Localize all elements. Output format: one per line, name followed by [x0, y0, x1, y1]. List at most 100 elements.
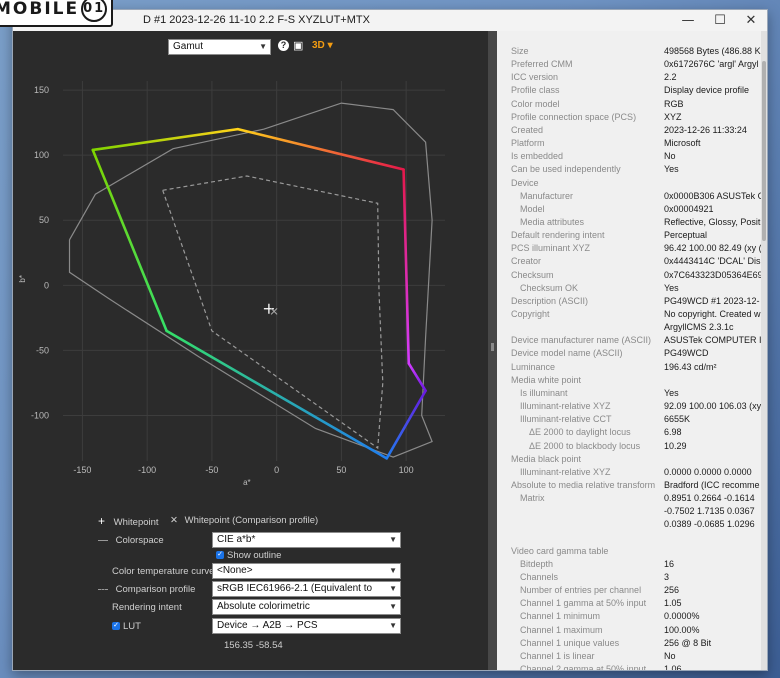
property-key: Is illuminant [520, 387, 568, 398]
property-row[interactable]: 0.0389 -0.0685 1.0296 [497, 518, 767, 531]
property-value: No [664, 151, 676, 162]
view-select-value: Gamut [173, 41, 204, 52]
property-row[interactable]: Size 498568 Bytes (486.88 Ki [497, 45, 767, 58]
property-row[interactable]: Checksum 0x7C643323D05364E69 [497, 269, 767, 282]
property-value: Microsoft [664, 138, 701, 149]
property-row[interactable]: ΔE 2000 to daylight locus 6.98 [497, 426, 767, 439]
property-row[interactable]: Media black point [497, 453, 767, 466]
property-row[interactable]: Channels 3 [497, 571, 767, 584]
property-row[interactable]: Absolute to media relative transform Brad… [497, 479, 767, 492]
maximize-button[interactable]: ☐ [704, 10, 736, 30]
property-row[interactable]: Video card gamma table [497, 545, 767, 558]
property-row[interactable] [497, 532, 767, 545]
property-row[interactable]: Default rendering intent Perceptual [497, 229, 767, 242]
property-value: 16 [664, 558, 675, 569]
view-select[interactable]: Gamut ▼ [168, 39, 271, 55]
show-outline-checkbox[interactable]: ✓ Show outline [216, 550, 281, 561]
property-value: 0.8951 0.2664 -0.1614 [664, 493, 755, 504]
property-key: Channel 1 is linear [520, 650, 595, 661]
property-value: 92.09 100.00 106.03 (xy [664, 401, 762, 412]
property-row[interactable]: Is illuminant Yes [497, 387, 767, 400]
help-icon[interactable]: ? [278, 40, 289, 51]
property-value: 100.00% [664, 624, 700, 635]
property-row[interactable]: Can be used independently Yes [497, 163, 767, 176]
property-row[interactable]: Device model name (ASCII) PG49WCD [497, 347, 767, 360]
property-row[interactable]: Channel 1 unique values 256 @ 8 Bit [497, 637, 767, 650]
property-row[interactable]: Description (ASCII) PG49WCD #1 2023-12- [497, 295, 767, 308]
property-row[interactable]: Platform Microsoft [497, 137, 767, 150]
lut-label: LUT [123, 621, 141, 632]
property-row[interactable]: Copyright No copyright. Created w [497, 308, 767, 321]
gamut-plot[interactable]: -150 -100 -50 0 50 100 150 100 50 0 -50 -100 a* b* [13, 71, 488, 511]
property-row[interactable]: Illuminant-relative XYZ 92.09 100.00 106.… [497, 400, 767, 413]
property-row[interactable]: Profile connection space (PCS) XYZ [497, 111, 767, 124]
property-row[interactable]: Matrix 0.8951 0.2664 -0.1614 [497, 492, 767, 505]
show-outline-label: Show outline [227, 550, 282, 561]
property-row[interactable]: Channel 1 gamma at 50% input 1.05 [497, 597, 767, 610]
property-row[interactable]: Media attributes Reflective, Glossy, Posi… [497, 216, 767, 229]
property-row[interactable]: Created 2023-12-26 11:33:24 [497, 124, 767, 137]
property-row[interactable]: Device manufacturer name (ASCII) ASUSTek … [497, 334, 767, 347]
splitter-grip-icon [491, 343, 494, 351]
property-key: Bitdepth [520, 558, 554, 569]
property-row[interactable]: Illuminant-relative XYZ 0.0000 0.0000 0.0… [497, 466, 767, 479]
chevron-down-icon: ▼ [389, 535, 397, 544]
properties-scrollbar[interactable] [761, 31, 767, 670]
colorspace-select[interactable]: CIE a*b* ▼ [212, 532, 401, 548]
property-row[interactable]: Profile class Display device profile [497, 84, 767, 97]
watermark-text: MOBILE [0, 0, 80, 19]
lut-checkbox[interactable]: ✓ LUT [112, 621, 141, 632]
property-key: Media attributes [520, 216, 585, 227]
minimize-button[interactable]: — [672, 10, 704, 30]
property-key: Size [511, 46, 529, 56]
property-row[interactable]: Luminance 196.43 cd/m² [497, 361, 767, 374]
property-row[interactable]: -0.7502 1.7135 0.0367 [497, 505, 767, 518]
intent-select[interactable]: Absolute colorimetric ▼ [212, 599, 401, 615]
property-row[interactable]: Channel 1 is linear No [497, 650, 767, 663]
property-row[interactable]: ArgyllCMS 2.3.1c [497, 321, 767, 334]
property-row[interactable]: Creator 0x4443414C 'DCAL' Disp [497, 255, 767, 268]
lut-select[interactable]: Device → A2B → PCS ▼ [212, 618, 401, 634]
property-key: Platform [511, 138, 545, 149]
colorspace-row-label: Colorspace [98, 535, 164, 546]
property-row[interactable]: Number of entries per channel 256 [497, 584, 767, 597]
title-bar[interactable]: D #1 2023-12-26 11-10 2.2 F-S XYZLUT+MTX… [13, 10, 767, 31]
property-row[interactable]: Color model RGB [497, 98, 767, 111]
property-key: Can be used independently [511, 164, 621, 175]
property-row[interactable]: Manufacturer 0x0000B306 ASUSTek C [497, 190, 767, 203]
checkbox-checked-icon: ✓ [216, 551, 224, 560]
color-temp-select[interactable]: <None> ▼ [212, 563, 401, 579]
property-row[interactable]: Device [497, 177, 767, 190]
property-key: Device manufacturer name (ASCII) [511, 335, 652, 346]
series-outline [68, 102, 433, 458]
comparison-symbol-icon: ✕ [170, 515, 178, 526]
property-value: PG49WCD #1 2023-12- [664, 295, 760, 306]
threed-button[interactable]: 3D ▾ [312, 40, 333, 51]
property-row[interactable]: Model 0x00004921 [497, 203, 767, 216]
property-row[interactable]: Is embedded No [497, 150, 767, 163]
property-key: Channel 1 unique values [520, 637, 620, 648]
property-row[interactable]: Checksum OK Yes [497, 282, 767, 295]
property-row[interactable]: Media white point [497, 374, 767, 387]
property-row[interactable]: Illuminant-relative CCT 6655K [497, 413, 767, 426]
property-row[interactable]: PCS illuminant XYZ 96.42 100.00 82.49 (xy… [497, 242, 767, 255]
property-row[interactable]: ΔE 2000 to blackbody locus 10.29 [497, 440, 767, 453]
property-row[interactable]: Channel 1 maximum 100.00% [497, 624, 767, 637]
property-row[interactable]: Channel 2 gamma at 50% input 1.06 [497, 663, 767, 670]
property-value: Yes [664, 387, 679, 398]
x-tick-label: -100 [138, 465, 156, 475]
property-row[interactable]: Channel 1 minimum 0.0000% [497, 610, 767, 623]
property-value: 0.0000% [664, 611, 700, 622]
property-key: Is embedded [511, 151, 564, 162]
image-icon[interactable]: ▣ [293, 39, 303, 52]
y-axis-label: b* [18, 275, 27, 283]
close-button[interactable]: ✕ [735, 10, 767, 30]
property-row[interactable]: Bitdepth 16 [497, 558, 767, 571]
legend-comparison-whitepoint: ✕ Whitepoint (Comparison profile) [170, 515, 318, 526]
property-value: 498568 Bytes (486.88 Ki [664, 46, 763, 56]
property-value: Display device profile [664, 85, 750, 96]
scrollbar-thumb[interactable] [762, 61, 766, 241]
comparison-select[interactable]: sRGB IEC61966-2.1 (Equivalent to www.srg… [212, 581, 401, 597]
property-row[interactable]: Preferred CMM 0x6172676C 'argl' Argyl [497, 58, 767, 71]
property-row[interactable]: ICC version 2.2 [497, 71, 767, 84]
